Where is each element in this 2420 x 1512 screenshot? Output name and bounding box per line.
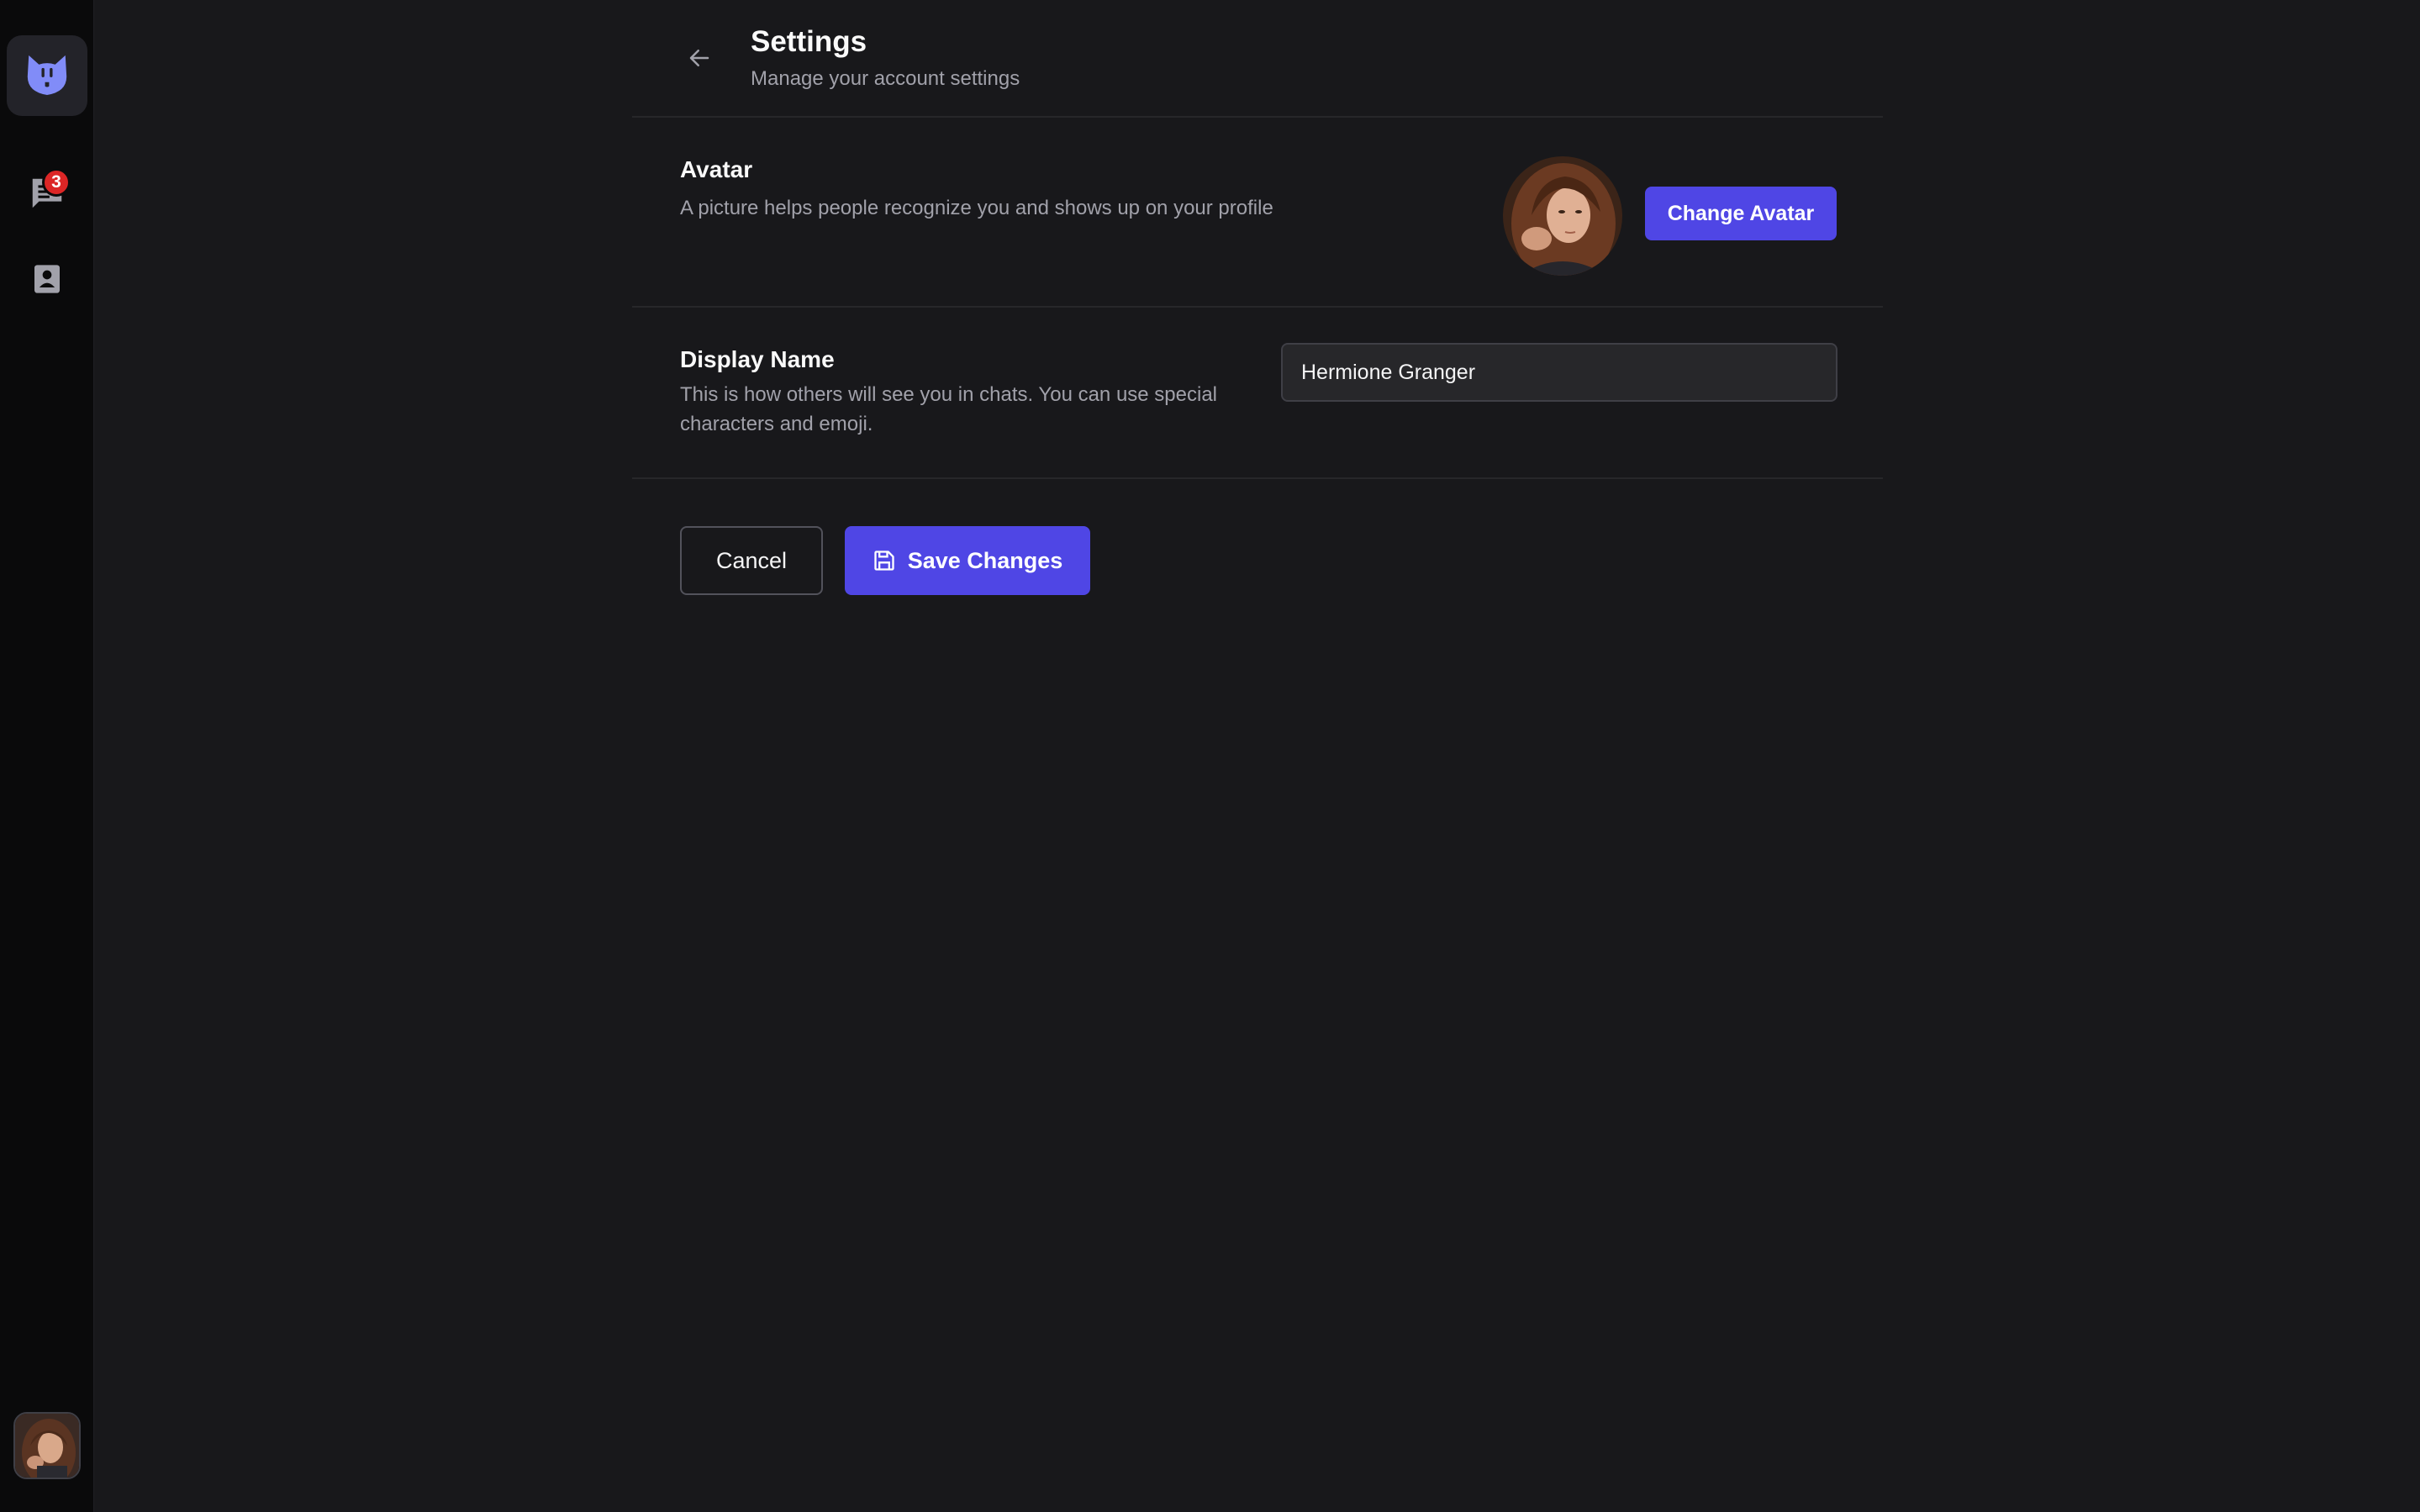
- display-name-description: This is how others will see you in chats…: [680, 383, 1218, 435]
- profile-avatar: [1503, 156, 1622, 276]
- page-header: Settings Manage your account settings: [632, 0, 1883, 118]
- form-actions: Cancel Save Changes: [632, 479, 1883, 614]
- save-changes-label: Save Changes: [907, 547, 1063, 573]
- display-name-input[interactable]: [1281, 343, 1837, 402]
- avatar-section-description: A picture helps people recognize you and…: [680, 197, 1273, 219]
- sidebar-item-contacts[interactable]: [20, 252, 74, 306]
- profile-avatar-image: [1503, 156, 1622, 276]
- settings-page: Settings Manage your account settings Av…: [632, 0, 1883, 614]
- cat-logo-icon: [27, 55, 67, 95]
- floppy-disk-icon: [874, 551, 894, 571]
- sidebar-item-chats[interactable]: 3: [20, 166, 74, 220]
- display-name-section: Display Name This is how others will see…: [632, 308, 1883, 479]
- app-logo[interactable]: [7, 35, 87, 116]
- display-name-title: Display Name: [680, 346, 835, 372]
- sidebar-rail: 3: [0, 0, 94, 1512]
- user-avatar-image: [15, 1414, 79, 1478]
- avatar-section-title: Avatar: [680, 156, 753, 182]
- save-changes-button[interactable]: Save Changes: [845, 526, 1090, 595]
- page-title: Settings: [751, 25, 867, 58]
- back-button[interactable]: [674, 39, 725, 77]
- user-avatar[interactable]: [13, 1412, 81, 1479]
- arrow-left-icon: [689, 50, 709, 66]
- change-avatar-button[interactable]: Change Avatar: [1645, 187, 1837, 240]
- unread-badge: 3: [42, 168, 71, 197]
- page-subtitle: Manage your account settings: [751, 67, 1020, 90]
- contact-card-icon: [34, 265, 60, 293]
- avatar-section: Avatar A picture helps people recognize …: [632, 118, 1883, 308]
- cancel-button[interactable]: Cancel: [680, 526, 823, 595]
